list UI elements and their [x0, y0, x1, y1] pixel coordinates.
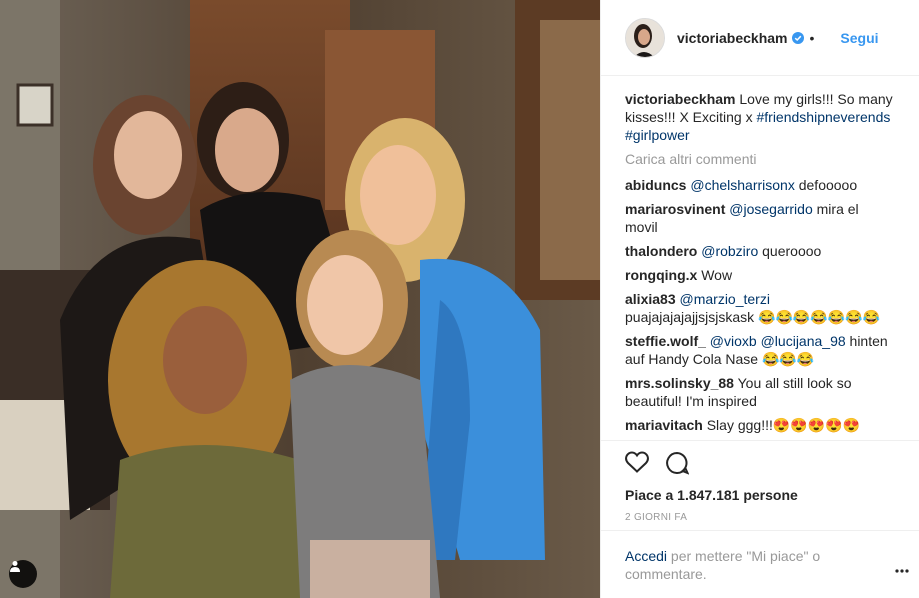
post-actions: Piace a 1.847.181 persone 2 GIORNI FA	[601, 440, 919, 523]
post-header: victoriabeckham • Segui	[601, 0, 919, 76]
comment-username[interactable]: thalondero	[625, 243, 697, 259]
heart-outline-icon[interactable]	[625, 451, 649, 479]
comment-username[interactable]: rongqing.x	[625, 267, 697, 283]
comment-text: queroooo	[758, 243, 822, 259]
comment-mention[interactable]: @josegarrido	[729, 201, 812, 217]
hashtag[interactable]: #girlpower	[625, 127, 690, 143]
header-username[interactable]: victoriabeckham	[677, 30, 788, 46]
comment-item: steffie.wolf_ @vioxb @lucijana_98 hinten…	[625, 332, 895, 368]
more-dots-icon[interactable]	[895, 569, 909, 573]
comment-item: thalondero @robziro queroooo	[625, 242, 895, 260]
likes-count[interactable]: Piace a 1.847.181 persone	[625, 487, 798, 503]
comment-item: abiduncs @chelsharrisonx defooooo	[625, 176, 895, 194]
separator-dot: •	[809, 29, 815, 46]
comment-text: defooooo	[794, 177, 858, 193]
login-link[interactable]: Accedi	[625, 548, 667, 564]
login-prompt: Accedi per mettere "Mi piace" o commenta…	[601, 530, 919, 583]
post-photo[interactable]	[0, 0, 600, 598]
comments-list: victoriabeckham Love my girls!!! So many…	[625, 90, 895, 440]
comment-item: mariavitach Slay ggg!!!😍😍😍😍😍	[625, 416, 895, 434]
post-sidebar: victoriabeckham • Segui victoriabeckham …	[600, 0, 919, 598]
caption-username[interactable]: victoriabeckham	[625, 91, 736, 107]
comment-username[interactable]: mariavitach	[625, 417, 703, 433]
comment-item: rongqing.x Wow	[625, 266, 895, 284]
user-tag-icon[interactable]	[9, 560, 37, 588]
comment-item: mrs.solinsky_88 You all still look so be…	[625, 374, 895, 410]
comment-mention[interactable]: @marzio_terzi	[680, 291, 770, 307]
comment-text: Slay ggg!!!😍😍😍😍😍	[702, 417, 861, 433]
comment-item: mariarosvinent @josegarrido mira el movi…	[625, 200, 895, 236]
avatar[interactable]	[625, 17, 665, 58]
instagram-post: victoriabeckham • Segui victoriabeckham …	[0, 0, 919, 598]
post-date: 2 GIORNI FA	[625, 512, 688, 523]
load-more-comments-button[interactable]: Carica altri commenti	[625, 150, 895, 168]
comment-item: alixia83 @marzio_terzi puajajajajajjsjsj…	[625, 290, 895, 326]
follow-button[interactable]: Segui	[840, 30, 878, 46]
comment-mention[interactable]: @chelsharrisonx	[690, 177, 794, 193]
comment-text: Wow	[697, 267, 733, 283]
comment-text: puajajajajajjsjsjskask 😂😂😂😂😂😂😂	[625, 309, 881, 325]
comment-username[interactable]: mrs.solinsky_88	[625, 375, 734, 391]
comment-mention[interactable]: @robziro	[701, 243, 758, 259]
comment-username[interactable]: steffie.wolf_	[625, 333, 706, 349]
comment-username[interactable]: mariarosvinent	[625, 201, 725, 217]
comment-mention[interactable]: @lucijana_98	[761, 333, 846, 349]
photo-illustration	[0, 0, 600, 598]
comment-bubble-icon[interactable]	[665, 451, 690, 479]
comment-username[interactable]: alixia83	[625, 291, 676, 307]
comment-mention[interactable]: @vioxb	[710, 333, 757, 349]
comment-username[interactable]: abiduncs	[625, 177, 686, 193]
verified-badge-icon	[791, 31, 804, 44]
caption: victoriabeckham Love my girls!!! So many…	[625, 90, 895, 144]
hashtag[interactable]: #friendshipneverends	[756, 109, 890, 125]
